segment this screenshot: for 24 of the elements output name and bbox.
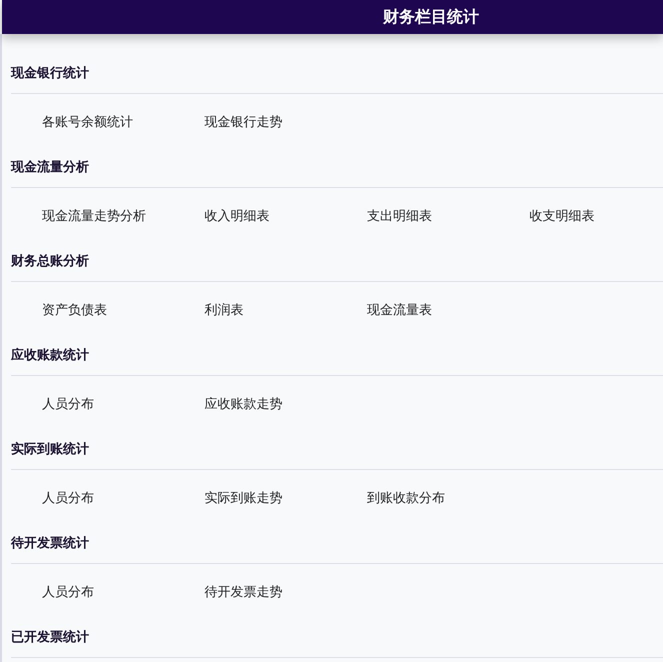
report-link[interactable]: 到账收款分布 bbox=[367, 488, 445, 506]
section-heading: 现金流量分析 bbox=[11, 149, 663, 188]
report-link[interactable]: 各账号余额统计 bbox=[42, 112, 133, 130]
report-link[interactable]: 人员分布 bbox=[42, 582, 94, 600]
report-link[interactable]: 收支明细表 bbox=[530, 206, 594, 224]
section-heading: 财务总账分析 bbox=[11, 243, 663, 282]
section-heading: 已开发票统计 bbox=[11, 619, 663, 658]
section-heading: 现金银行统计 bbox=[11, 55, 663, 94]
report-link[interactable]: 现金流量走势分析 bbox=[42, 206, 146, 224]
section-heading: 实际到账统计 bbox=[11, 431, 663, 470]
section-heading: 待开发票统计 bbox=[11, 525, 663, 564]
report-link[interactable]: 利润表 bbox=[204, 300, 244, 318]
report-link[interactable]: 现金银行走势 bbox=[204, 112, 282, 130]
report-link[interactable]: 支出明细表 bbox=[367, 206, 432, 224]
section-heading: 应收账款统计 bbox=[11, 337, 663, 376]
report-link[interactable]: 现金流量表 bbox=[367, 300, 432, 318]
report-link[interactable]: 待开发票走势 bbox=[204, 582, 282, 600]
report-link[interactable]: 实际到账走势 bbox=[204, 488, 282, 506]
report-link[interactable]: 人员分布 bbox=[42, 394, 94, 412]
report-link[interactable]: 资产负债表 bbox=[42, 300, 107, 318]
report-link[interactable]: 人员分布 bbox=[42, 488, 94, 506]
report-link[interactable]: 收入明细表 bbox=[204, 206, 270, 224]
page-title: 财务栏目统计 bbox=[383, 6, 479, 28]
report-link[interactable]: 应收账款走势 bbox=[204, 394, 282, 412]
